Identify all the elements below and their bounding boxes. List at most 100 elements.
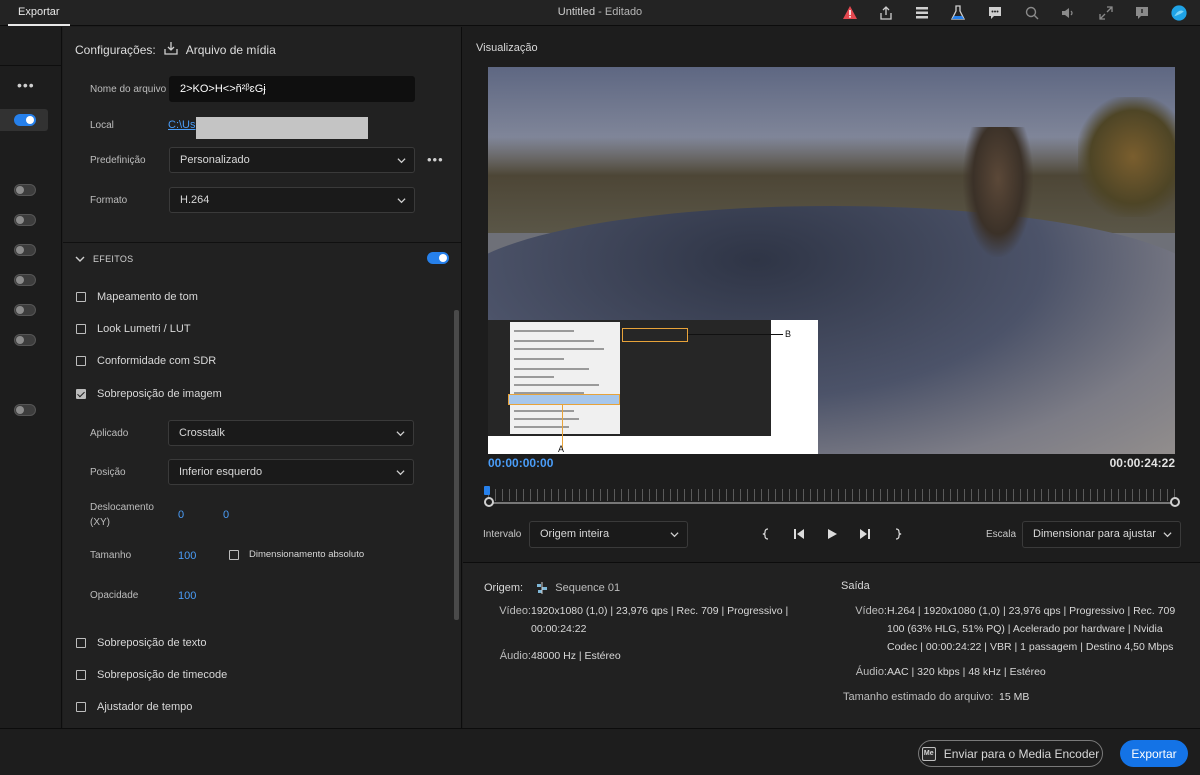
effects-section-header[interactable]: EFEITOS	[75, 254, 133, 264]
menu-line	[514, 368, 589, 370]
range-label: Intervalo	[483, 529, 522, 540]
overlay-letter-a: A	[558, 444, 565, 454]
window-title: Untitled - Editado	[0, 6, 1200, 18]
volume-icon[interactable]	[1058, 3, 1078, 23]
effect-time-tuner[interactable]: Ajustador de tempo	[76, 701, 192, 713]
location-link[interactable]: C:\Us	[168, 119, 196, 131]
effect-label: Conformidade com SDR	[97, 355, 217, 367]
overlay-highlight-a	[508, 394, 620, 405]
offset-label-xy: (XY)	[90, 517, 110, 528]
destination-toggle-3[interactable]	[14, 214, 36, 226]
chevron-down-icon	[1163, 532, 1172, 538]
flask-icon[interactable]	[948, 3, 968, 23]
mark-out-icon	[895, 528, 902, 540]
timeline-track[interactable]	[488, 502, 1175, 504]
playhead[interactable]	[484, 486, 490, 495]
chat-icon[interactable]	[985, 3, 1005, 23]
destination-toggle-8[interactable]	[14, 404, 36, 416]
destination-toggle-7[interactable]	[14, 334, 36, 346]
applied-label: Aplicado	[90, 428, 129, 439]
effect-label: Sobreposição de texto	[97, 637, 207, 649]
play-button[interactable]	[822, 526, 842, 542]
offset-label: Deslocamento	[90, 502, 154, 513]
checkbox[interactable]	[76, 324, 86, 334]
checkbox[interactable]	[76, 292, 86, 302]
effect-tone-mapping[interactable]: Mapeamento de tom	[76, 291, 198, 303]
effect-sdr-conform[interactable]: Conformidade com SDR	[76, 355, 216, 367]
search-icon[interactable]	[1022, 3, 1042, 23]
size-value[interactable]: 100	[178, 550, 196, 562]
destination-toggle-5[interactable]	[14, 274, 36, 286]
position-dropdown[interactable]: Inferior esquerdo	[168, 459, 414, 485]
menu-line	[514, 418, 579, 420]
destination-toggle-4[interactable]	[14, 244, 36, 256]
source-label: Origem:	[484, 582, 524, 594]
mark-out-button[interactable]	[887, 526, 907, 542]
expand-icon[interactable]	[1096, 3, 1116, 23]
destination-toggle-2[interactable]	[14, 184, 36, 196]
effect-label: Mapeamento de tom	[97, 291, 198, 303]
more-options-icon[interactable]: •••	[17, 78, 35, 92]
file-name-input[interactable]: 2>KO>H<>ñ²ᵝɛGɉ	[169, 76, 415, 102]
account-icon[interactable]	[1169, 3, 1189, 23]
destination-toggle-6[interactable]	[14, 304, 36, 316]
tab-export[interactable]: Exportar	[8, 0, 70, 26]
applied-dropdown[interactable]: Crosstalk	[168, 420, 414, 446]
top-bar: Exportar Untitled - Editado	[0, 0, 1200, 26]
destination-toggle-media-file[interactable]	[14, 114, 36, 126]
range-value: Origem inteira	[540, 528, 610, 540]
export-button[interactable]: Exportar	[1120, 740, 1188, 767]
checkbox[interactable]	[76, 356, 86, 366]
step-forward-button[interactable]	[855, 526, 875, 542]
preset-dropdown[interactable]: Personalizado	[169, 147, 415, 173]
checkbox-checked[interactable]	[76, 389, 86, 399]
checkbox[interactable]	[76, 702, 86, 712]
preset-more-icon[interactable]: •••	[427, 152, 444, 167]
source-name: Sequence 01	[555, 582, 621, 594]
offset-x-value[interactable]: 0	[178, 509, 184, 521]
offset-y-value[interactable]: 0	[223, 509, 229, 521]
mark-in-icon	[762, 528, 769, 540]
effect-label: Sobreposição de imagem	[97, 388, 222, 400]
chevron-down-icon	[396, 431, 405, 437]
send-to-media-encoder-button[interactable]: Me Enviar para o Media Encoder	[918, 740, 1103, 767]
effect-timecode-overlay[interactable]: Sobreposição de timecode	[76, 669, 227, 681]
share-icon[interactable]	[876, 3, 896, 23]
output-audio-value: AAC | 320 kbps | 48 kHz | Estéreo	[887, 666, 1046, 678]
settings-header-media: Arquivo de mídia	[185, 42, 276, 57]
timeline-ruler[interactable]	[488, 489, 1175, 501]
mark-in-button[interactable]	[757, 526, 777, 542]
effect-image-overlay[interactable]: Sobreposição de imagem	[76, 388, 222, 400]
redacted-path	[196, 117, 368, 139]
menu-line	[514, 384, 599, 386]
scrollbar[interactable]	[454, 310, 459, 620]
scale-value: Dimensionar para ajustar	[1033, 528, 1156, 540]
effects-toggle[interactable]	[427, 252, 449, 264]
source-audio-label: Áudio:	[499, 650, 531, 662]
checkbox[interactable]	[76, 638, 86, 648]
in-point-handle[interactable]	[484, 497, 494, 507]
absolute-scaling-option[interactable]: Dimensionamento absoluto	[229, 549, 364, 560]
checkbox[interactable]	[229, 549, 239, 560]
opacity-value[interactable]: 100	[178, 590, 196, 602]
range-dropdown[interactable]: Origem inteira	[529, 521, 688, 548]
output-label: Saída	[841, 580, 870, 592]
position-label: Posição	[90, 467, 126, 478]
queue-icon[interactable]	[912, 3, 932, 23]
chevron-down-icon	[670, 532, 679, 538]
effect-text-overlay[interactable]: Sobreposição de texto	[76, 637, 206, 649]
feedback-icon[interactable]	[1132, 3, 1152, 23]
download-icon	[164, 41, 178, 58]
effect-lumetri-look[interactable]: Look Lumetri / LUT	[76, 323, 191, 335]
checkbox[interactable]	[76, 670, 86, 680]
menu-line	[514, 376, 554, 378]
overlay-callout-line	[688, 334, 783, 335]
out-point-handle[interactable]	[1170, 497, 1180, 507]
menu-line	[514, 348, 604, 350]
scale-dropdown[interactable]: Dimensionar para ajustar	[1022, 521, 1181, 548]
format-dropdown[interactable]: H.264	[169, 187, 415, 213]
sequence-icon	[536, 582, 555, 595]
timecode-current[interactable]: 00:00:00:00	[488, 456, 553, 470]
warning-icon[interactable]	[840, 3, 860, 23]
step-back-button[interactable]	[789, 526, 809, 542]
